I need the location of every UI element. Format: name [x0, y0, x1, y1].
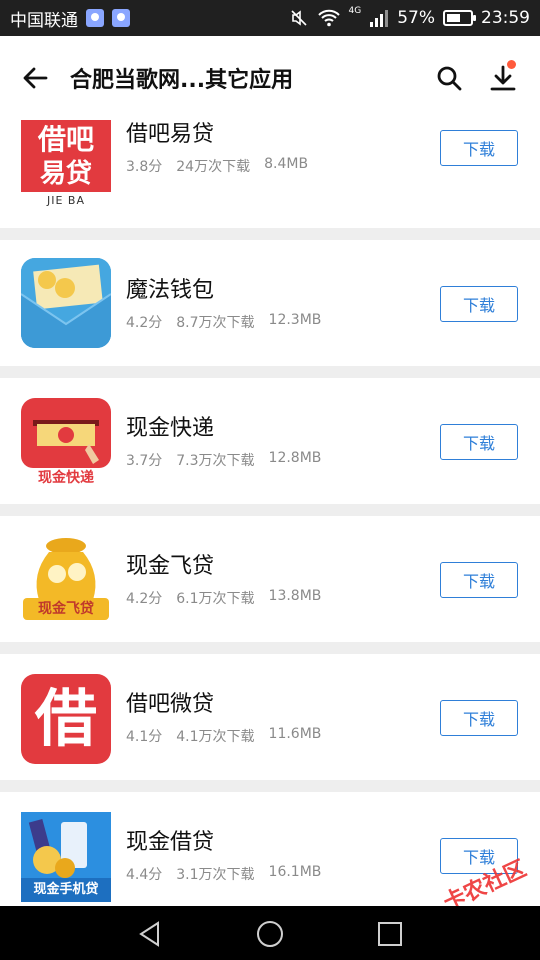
app-list[interactable]: 借吧 易贷 JIE BA 借吧易贷 3.8分 24万次下载 8.4MB 下载 魔… — [0, 120, 540, 906]
app-downloads: 24万次下载 — [176, 159, 251, 175]
download-manager-button[interactable] — [476, 36, 530, 120]
app-size: 13.8MB — [268, 588, 322, 604]
app-rating: 4.2分 — [126, 591, 163, 607]
list-item[interactable]: 魔法钱包 4.2分 8.7万次下载 12.3MB 下载 — [0, 240, 540, 366]
back-arrow-icon — [23, 67, 48, 89]
app-downloads: 6.1万次下载 — [176, 591, 255, 607]
search-icon — [437, 66, 462, 91]
app-size: 12.8MB — [268, 450, 322, 466]
list-item[interactable]: 借吧 易贷 JIE BA 借吧易贷 3.8分 24万次下载 8.4MB 下载 — [0, 120, 540, 228]
icon-text: 借 — [34, 682, 97, 755]
wifi-icon — [317, 9, 340, 27]
back-button[interactable] — [0, 36, 70, 120]
app-downloads: 4.1万次下载 — [176, 729, 255, 745]
download-button[interactable]: 下载 — [440, 562, 518, 598]
download-button[interactable]: 下载 — [440, 424, 518, 460]
download-button[interactable]: 下载 — [440, 286, 518, 322]
list-item[interactable]: 借 借吧微贷 4.1分 4.1万次下载 11.6MB 下载 — [0, 654, 540, 780]
list-item[interactable]: 现金快递 现金快递 3.7分 7.3万次下载 12.8MB 下载 — [0, 378, 540, 504]
app-size: 12.3MB — [268, 312, 322, 328]
status-bar: 中国联通 4G 57% 23:59 — [0, 0, 540, 36]
app-icon-xianjin-feidai[interactable]: 现金飞贷 — [21, 534, 111, 624]
app-name[interactable]: 魔法钱包 — [126, 272, 214, 304]
location-icon — [86, 9, 104, 27]
app-icon-jieba-weidai[interactable]: 借 — [21, 674, 111, 764]
app-meta: 4.1分 4.1万次下载 11.6MB — [126, 726, 335, 746]
app-rating: 4.4分 — [126, 867, 163, 883]
app-size: 16.1MB — [268, 864, 322, 880]
app-meta: 3.7分 7.3万次下载 12.8MB — [126, 450, 335, 470]
icon-text: 易贷 — [39, 159, 92, 189]
app-meta: 4.4分 3.1万次下载 16.1MB — [126, 864, 335, 884]
app-downloads: 8.7万次下载 — [176, 315, 255, 331]
search-button[interactable] — [422, 36, 476, 120]
network-type-label: 4G — [348, 6, 362, 16]
battery-percent: 57% — [397, 8, 435, 28]
nav-recents-icon[interactable] — [376, 920, 404, 948]
title-bar: 合肥当歌网...其它应用 — [0, 36, 540, 120]
app-rating: 4.2分 — [126, 315, 163, 331]
page-title: 合肥当歌网...其它应用 — [70, 68, 294, 93]
download-button[interactable]: 下载 — [440, 130, 518, 166]
download-button[interactable]: 下载 — [440, 700, 518, 736]
app-name[interactable]: 现金飞贷 — [126, 548, 214, 580]
app-icon-xianjin-jiedai[interactable]: 现金手机贷 — [21, 812, 111, 902]
app-rating: 4.1分 — [126, 729, 163, 745]
icon-caption: 现金快递 — [38, 470, 94, 486]
carrier-label: 中国联通 — [10, 10, 78, 31]
app-downloads: 3.1万次下载 — [176, 867, 255, 883]
notification-app-icon — [112, 9, 130, 27]
icon-caption: JIE BA — [21, 192, 111, 210]
navigation-bar — [0, 906, 540, 960]
icon-caption: 现金飞贷 — [23, 598, 109, 620]
app-rating: 3.7分 — [126, 453, 163, 469]
list-item[interactable]: 现金飞贷 现金飞贷 4.2分 6.1万次下载 13.8MB 下载 — [0, 516, 540, 642]
app-name[interactable]: 现金快递 — [126, 410, 214, 442]
app-size: 11.6MB — [268, 726, 322, 742]
icon-caption: 现金手机贷 — [21, 878, 111, 902]
mute-icon — [290, 10, 307, 26]
icon-text: 借吧 — [37, 123, 94, 156]
app-name[interactable]: 借吧易贷 — [126, 120, 214, 148]
app-size: 8.4MB — [264, 156, 309, 172]
app-icon-mofa-qianbao[interactable] — [21, 258, 111, 348]
app-name[interactable]: 借吧微贷 — [126, 686, 214, 718]
app-icon-xianjin-kuaidi[interactable]: 现金快递 — [21, 398, 111, 488]
app-meta: 4.2分 6.1万次下载 13.8MB — [126, 588, 335, 608]
app-rating: 3.8分 — [126, 159, 163, 175]
nav-home-icon[interactable] — [255, 919, 285, 949]
app-name[interactable]: 现金借贷 — [126, 824, 214, 856]
battery-icon — [443, 10, 476, 26]
nav-back-icon[interactable] — [136, 920, 164, 948]
notification-dot — [507, 60, 516, 69]
signal-icon — [370, 10, 389, 27]
app-meta: 4.2分 8.7万次下载 12.3MB — [126, 312, 335, 332]
app-downloads: 7.3万次下载 — [176, 453, 255, 469]
app-icon-jieba-yidai[interactable]: 借吧 易贷 JIE BA — [21, 120, 111, 210]
app-meta: 3.8分 24万次下载 8.4MB — [126, 156, 322, 176]
clock: 23:59 — [481, 8, 530, 28]
wallet-icon — [21, 258, 111, 348]
